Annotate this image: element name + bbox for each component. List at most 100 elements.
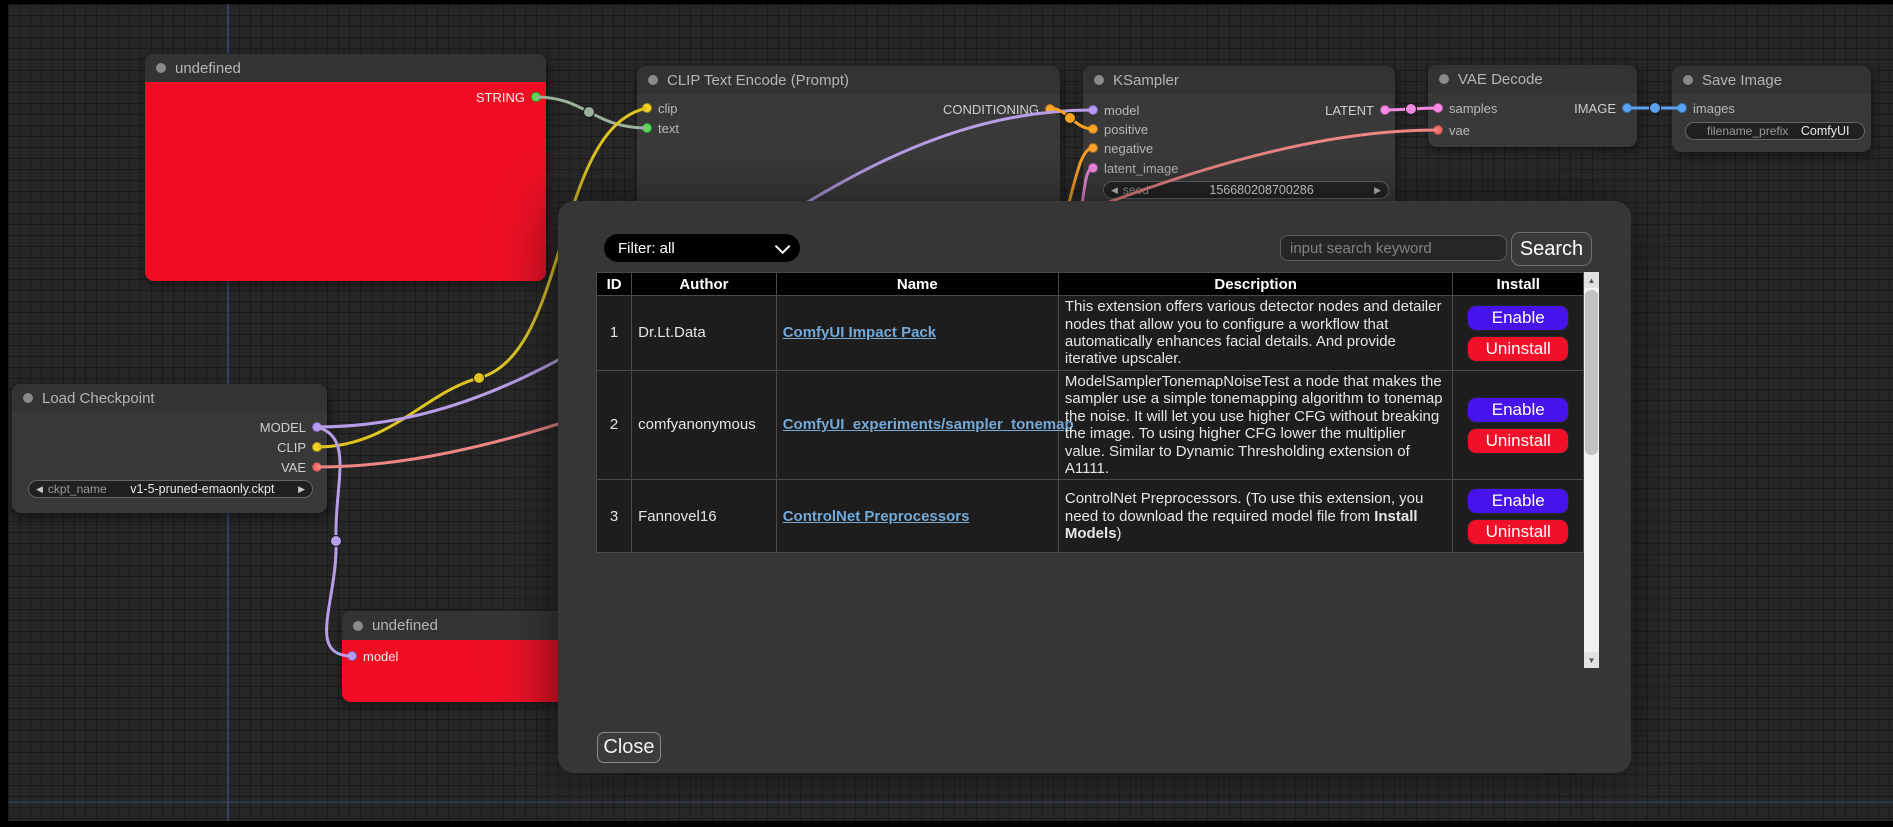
search-button[interactable]: Search	[1511, 232, 1592, 266]
node-header[interactable]: undefined	[342, 611, 580, 640]
output-pin-vae[interactable]	[312, 462, 322, 472]
cell-description: ControlNet Preprocessors. (To use this e…	[1058, 480, 1453, 553]
input-pin-images[interactable]	[1677, 103, 1687, 113]
node-header[interactable]: undefined	[145, 54, 546, 82]
scroll-down-icon[interactable]: ▼	[1584, 652, 1599, 668]
input-pin-model[interactable]	[1088, 105, 1098, 115]
node-load-checkpoint[interactable]: Load Checkpoint MODEL CLIP VAE ◀ ckpt_na	[12, 384, 327, 513]
custom-nodes-manager-dialog: Filter: all Search ID Author Name Descri…	[558, 201, 1631, 773]
node-save-image[interactable]: Save Image images filename_prefix ComfyU…	[1672, 66, 1871, 152]
extension-link[interactable]: ControlNet Preprocessors	[783, 508, 970, 525]
canvas-origin-horizontal-line	[8, 801, 1893, 803]
enable-button[interactable]: Enable	[1467, 488, 1569, 514]
node-header[interactable]: VAE Decode	[1428, 65, 1637, 93]
node-header[interactable]: Load Checkpoint	[12, 384, 327, 412]
reroute-dot	[331, 536, 342, 547]
input-pin-negative[interactable]	[1088, 143, 1098, 153]
input-label-clip: clip	[658, 101, 678, 116]
node-vae-decode[interactable]: VAE Decode samples vae IMAGE	[1428, 65, 1637, 147]
node-body: MODEL CLIP VAE ◀ ckpt_name v1-5-pruned-e…	[12, 412, 327, 513]
input-pin-latent-image[interactable]	[1088, 163, 1098, 173]
input-pin-text[interactable]	[642, 123, 652, 133]
input-label-samples: samples	[1449, 101, 1497, 116]
filter-select-label: Filter: all	[618, 240, 675, 257]
node-body-error: STRING	[145, 82, 546, 281]
seed-widget[interactable]: ◀ seed 156680208700286 ▶	[1103, 181, 1389, 199]
input-label-model: model	[1104, 103, 1139, 118]
widget-value: v1-5-pruned-emaonly.ckpt	[112, 482, 293, 496]
uninstall-button[interactable]: Uninstall	[1467, 336, 1569, 362]
output-pin-model[interactable]	[312, 422, 322, 432]
scrollbar-thumb[interactable]	[1585, 290, 1598, 455]
arrow-right-icon[interactable]: ▶	[1374, 186, 1381, 195]
node-title: VAE Decode	[1458, 71, 1543, 88]
wire-clip-segment-a	[317, 378, 479, 447]
filename-prefix-widget[interactable]: filename_prefix ComfyUI	[1685, 122, 1865, 140]
output-label-model: MODEL	[260, 420, 306, 435]
input-pin-model[interactable]	[347, 651, 357, 661]
input-pin-clip[interactable]	[642, 103, 652, 113]
node-dot-icon	[156, 63, 166, 73]
input-label-negative: negative	[1104, 141, 1153, 156]
col-header-name: Name	[776, 273, 1058, 296]
cell-description: This extension offers various detector n…	[1058, 296, 1453, 371]
arrow-left-icon[interactable]: ◀	[1111, 186, 1118, 195]
wire-string-to-text	[536, 97, 647, 128]
node-dot-icon	[1439, 74, 1449, 84]
input-label-positive: positive	[1104, 122, 1148, 137]
node-dot-icon	[1683, 75, 1693, 85]
node-undefined-top[interactable]: undefined STRING	[145, 54, 546, 281]
node-header[interactable]: CLIP Text Encode (Prompt)	[637, 66, 1060, 94]
extension-link[interactable]: ComfyUI Impact Pack	[783, 324, 936, 341]
node-body: model positive negative latent_image LAT…	[1083, 94, 1395, 216]
output-pin-clip[interactable]	[312, 442, 322, 452]
close-button[interactable]: Close	[597, 732, 661, 763]
input-pin-vae[interactable]	[1433, 125, 1443, 135]
uninstall-button[interactable]: Uninstall	[1467, 428, 1569, 454]
input-label-images: images	[1693, 101, 1735, 116]
extension-link[interactable]: ComfyUI_experiments/sampler_tonemap	[783, 416, 1074, 433]
table-scrollbar[interactable]: ▲ ▼	[1584, 272, 1599, 668]
arrow-left-icon[interactable]: ◀	[36, 485, 43, 494]
node-dot-icon	[1094, 75, 1104, 85]
col-header-id: ID	[597, 273, 632, 296]
node-title: CLIP Text Encode (Prompt)	[667, 72, 849, 89]
arrow-right-icon[interactable]: ▶	[298, 485, 305, 494]
node-dot-icon	[353, 621, 363, 631]
node-undefined-bottom[interactable]: undefined model	[342, 611, 580, 702]
widget-name: ckpt_name	[48, 482, 107, 496]
cell-author: comfyanonymous	[632, 371, 777, 480]
cell-id: 1	[597, 296, 632, 371]
input-pin-positive[interactable]	[1088, 124, 1098, 134]
comfyui-app: undefined STRING CLIP Text Encode (Promp…	[0, 0, 1893, 827]
node-ksampler[interactable]: KSampler model positive negative latent	[1083, 66, 1395, 216]
scroll-up-icon[interactable]: ▲	[1584, 272, 1599, 288]
output-label-image: IMAGE	[1574, 101, 1616, 116]
table-row: 1 Dr.Lt.Data ComfyUI Impact Pack This ex…	[597, 296, 1584, 371]
uninstall-button[interactable]: Uninstall	[1467, 519, 1569, 545]
node-header[interactable]: KSampler	[1083, 66, 1395, 94]
output-pin-image[interactable]	[1622, 103, 1632, 113]
filter-select[interactable]: Filter: all	[604, 234, 800, 262]
col-header-author: Author	[632, 273, 777, 296]
node-title: Load Checkpoint	[42, 390, 155, 407]
enable-button[interactable]: Enable	[1467, 305, 1569, 331]
enable-button[interactable]: Enable	[1467, 397, 1569, 423]
ckpt-name-widget[interactable]: ◀ ckpt_name v1-5-pruned-emaonly.ckpt ▶	[28, 480, 313, 498]
widget-name: filename_prefix	[1707, 124, 1788, 138]
input-pin-samples[interactable]	[1433, 103, 1443, 113]
table-row: 3 Fannovel16 ControlNet Preprocessors Co…	[597, 480, 1584, 553]
search-input[interactable]	[1280, 235, 1507, 261]
node-header[interactable]: Save Image	[1672, 66, 1871, 94]
output-pin-latent[interactable]	[1380, 105, 1390, 115]
output-pin-conditioning[interactable]	[1045, 104, 1055, 114]
output-label-vae: VAE	[281, 460, 306, 475]
node-body: images filename_prefix ComfyUI	[1672, 94, 1871, 152]
input-label-vae: vae	[1449, 123, 1470, 138]
output-pin-string[interactable]	[531, 92, 541, 102]
cell-description: ModelSamplerTonemapNoiseTest a node that…	[1058, 371, 1453, 480]
col-header-install: Install	[1453, 273, 1584, 296]
node-body-error: model	[342, 640, 580, 702]
node-dot-icon	[648, 75, 658, 85]
cell-author: Dr.Lt.Data	[632, 296, 777, 371]
